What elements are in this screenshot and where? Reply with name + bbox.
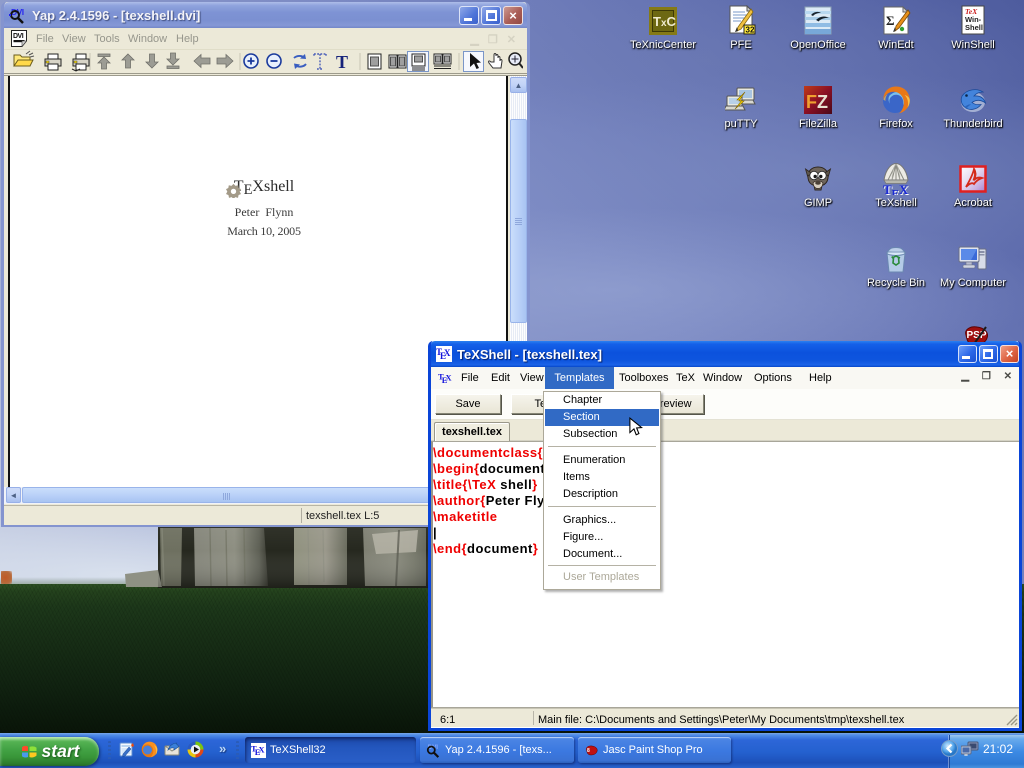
- svg-text:Z: Z: [817, 92, 828, 112]
- svg-text:8: 8: [587, 748, 590, 754]
- svg-text:X: X: [259, 744, 265, 754]
- svg-text:T: T: [336, 52, 348, 72]
- svg-text:X: X: [446, 372, 452, 382]
- svg-text:TEX: TEX: [883, 182, 909, 195]
- svg-text:DVI: DVI: [13, 33, 24, 40]
- svg-text:F: F: [806, 92, 817, 112]
- svg-text:32: 32: [746, 26, 755, 35]
- svg-text:X: X: [444, 348, 451, 358]
- svg-text:Shell: Shell: [965, 23, 983, 32]
- svg-text:Σ: Σ: [886, 13, 895, 28]
